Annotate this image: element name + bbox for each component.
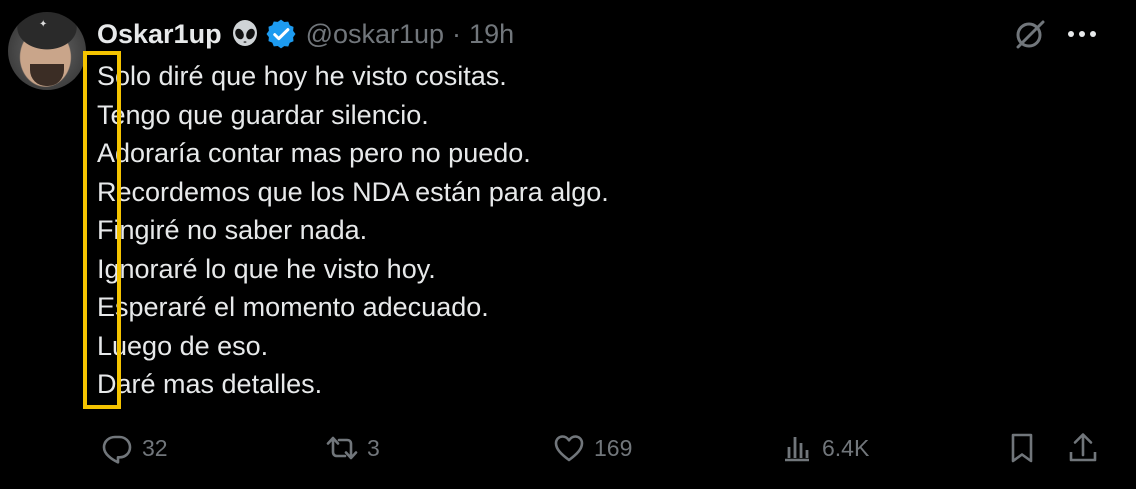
- tweet-line: Tengo que guardar silencio.: [97, 99, 429, 130]
- heart-icon: [554, 435, 584, 462]
- retweet-icon: [326, 436, 358, 460]
- acrostic-highlight-box: [83, 51, 121, 409]
- verified-badge-icon: [266, 19, 296, 49]
- avatar-beard: [30, 64, 64, 86]
- tweet-line: Solo diré que hoy he visto cositas.: [97, 61, 507, 91]
- avatar[interactable]: ✦: [8, 12, 86, 90]
- retweet-count: 3: [367, 434, 380, 461]
- author-handle[interactable]: @oskar1up: [306, 19, 444, 50]
- separator-dot: ·: [452, 18, 462, 49]
- retweet-button[interactable]: 3: [325, 428, 380, 468]
- cap-logo-icon: ✦: [39, 19, 48, 30]
- tweet-line: Ignoraré lo que he visto hoy.: [97, 253, 436, 284]
- reply-button[interactable]: 32: [100, 428, 168, 468]
- like-button[interactable]: 169: [552, 428, 632, 468]
- tweet-line: Luego de eso.: [97, 330, 269, 361]
- tweet-line: Adoraría contar mas pero no puedo.: [97, 138, 531, 168]
- more-dot: [1068, 31, 1074, 37]
- tweet-line: Recordemos que los NDA están para algo.: [97, 176, 609, 207]
- action-bar: 32 3 169 6.4K: [0, 428, 1136, 468]
- tweet-line: Fingiré no saber nada.: [97, 215, 368, 245]
- views-count: 6.4K: [822, 434, 870, 461]
- tweet-header: Oskar1up @oskar1up · 19h: [97, 16, 514, 52]
- more-dot: [1090, 31, 1096, 37]
- reply-icon: [102, 435, 132, 464]
- author-name[interactable]: Oskar1up: [97, 19, 222, 50]
- tweet-line: Esperaré el momento adecuado.: [97, 292, 489, 322]
- more-dot: [1079, 31, 1085, 37]
- more-icon[interactable]: [1064, 18, 1100, 50]
- reply-count: 32: [142, 434, 168, 461]
- grok-icon[interactable]: [1012, 16, 1048, 52]
- timestamp[interactable]: 19h: [469, 19, 514, 50]
- like-count: 169: [594, 434, 633, 461]
- tweet-line: Daré mas detalles.: [97, 369, 323, 399]
- alien-icon: [232, 20, 257, 46]
- tweet-body: Solo diré que hoy he visto cositas. Teng…: [97, 57, 609, 404]
- share-icon[interactable]: [1066, 431, 1100, 465]
- views-icon: [785, 437, 809, 462]
- bookmark-icon[interactable]: [1005, 431, 1039, 465]
- views-button[interactable]: 6.4K: [780, 428, 869, 468]
